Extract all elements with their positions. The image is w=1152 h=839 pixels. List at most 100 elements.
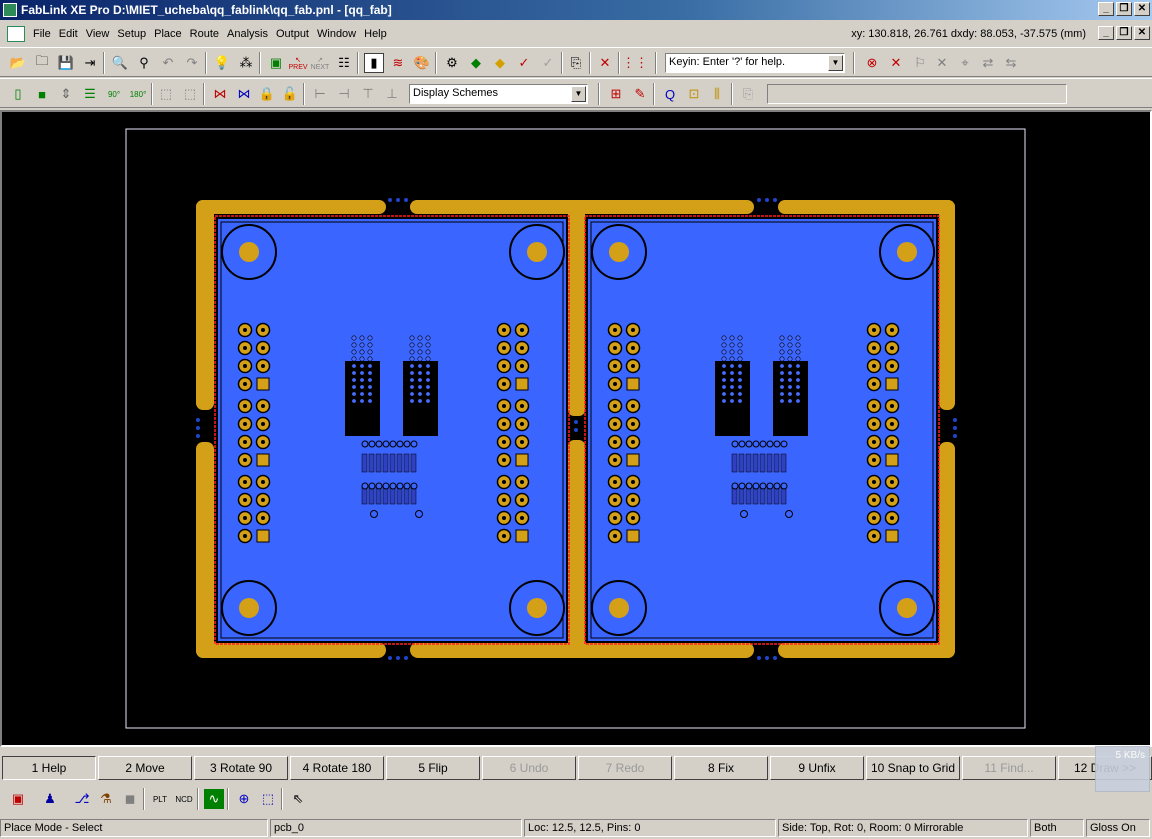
align-top-icon[interactable]: ⊤: [358, 84, 378, 104]
link-icon[interactable]: ⋈: [234, 84, 254, 104]
plot-icon[interactable]: PLT: [150, 789, 170, 809]
stack-icon[interactable]: ☰: [80, 84, 100, 104]
menu-setup[interactable]: Setup: [113, 28, 150, 40]
connect-icon[interactable]: ⋈: [210, 84, 230, 104]
redo-icon[interactable]: ↷: [182, 53, 202, 73]
properties-icon[interactable]: ☷: [334, 53, 354, 73]
report-icon[interactable]: ⎘: [566, 53, 586, 73]
highlight-net-icon[interactable]: ⊡: [684, 84, 704, 104]
align-right-icon[interactable]: ⊣: [334, 84, 354, 104]
swap-icon[interactable]: ⇄: [978, 53, 998, 73]
zoom-window-icon[interactable]: ⊕: [234, 789, 254, 809]
fkey-find[interactable]: 11 Find...: [962, 756, 1056, 780]
minimize-button[interactable]: _: [1098, 2, 1114, 16]
select-pointer-icon[interactable]: ⇖: [288, 789, 308, 809]
nc-drill-icon[interactable]: NCD: [174, 789, 194, 809]
menu-route[interactable]: Route: [186, 28, 223, 40]
fkey-snap-to-grid[interactable]: 10 Snap to Grid: [866, 756, 960, 780]
board-select-icon[interactable]: ■: [32, 84, 52, 104]
fkey-unfix[interactable]: 9 Unfix: [770, 756, 864, 780]
fkey-rotate-180[interactable]: 4 Rotate 180: [290, 756, 384, 780]
pcb-board-right[interactable]: [584, 215, 940, 645]
prev-button[interactable]: ↖ PREV: [288, 53, 308, 73]
undo-icon[interactable]: ↶: [158, 53, 178, 73]
pin-icon[interactable]: ⊞: [606, 84, 626, 104]
delete-icon[interactable]: ✕: [595, 53, 615, 73]
cube-icon[interactable]: ◼: [120, 789, 140, 809]
menu-output[interactable]: Output: [272, 28, 313, 40]
menu-view[interactable]: View: [82, 28, 114, 40]
layer-icon[interactable]: ▮: [364, 53, 384, 73]
wave-icon[interactable]: ∿: [204, 789, 224, 809]
menu-place[interactable]: Place: [150, 28, 186, 40]
align-left-icon[interactable]: ⊢: [310, 84, 330, 104]
fkey-redo[interactable]: 7 Redo: [578, 756, 672, 780]
keyin-combo[interactable]: Keyin: Enter '?' for help. ▼: [665, 53, 845, 73]
route-tool-icon[interactable]: ⎇: [72, 789, 92, 809]
split-icon[interactable]: ✕: [932, 53, 952, 73]
drc-icon[interactable]: ◆: [466, 53, 486, 73]
component-icon[interactable]: ▯: [8, 84, 28, 104]
open-folder-icon[interactable]: 📂: [8, 53, 28, 73]
fkey-move[interactable]: 2 Move: [98, 756, 192, 780]
highlight-icon[interactable]: 💡: [212, 53, 232, 73]
flag-icon[interactable]: ⚐: [910, 53, 930, 73]
save-icon[interactable]: 💾: [56, 53, 76, 73]
menu-edit[interactable]: Edit: [55, 28, 82, 40]
color-icon[interactable]: 🎨: [412, 53, 432, 73]
panel-icon[interactable]: ▣: [8, 789, 28, 809]
board-icon[interactable]: ▣: [266, 53, 286, 73]
doc-restore-button[interactable]: ❐: [1116, 26, 1132, 40]
query-icon[interactable]: Q: [660, 84, 680, 104]
fkey-help[interactable]: 1 Help: [2, 756, 96, 780]
menu-file[interactable]: File: [29, 28, 55, 40]
next-button[interactable]: ↗ NEXT: [310, 53, 330, 73]
net-icon[interactable]: ⁂: [236, 53, 256, 73]
select-window-icon[interactable]: ⬚: [258, 789, 278, 809]
menu-help[interactable]: Help: [360, 28, 391, 40]
unroute-icon[interactable]: ⊗: [862, 53, 882, 73]
exit-icon[interactable]: ⇥: [80, 53, 100, 73]
fkey-undo[interactable]: 6 Undo: [482, 756, 576, 780]
align-icon[interactable]: ⇆: [1001, 53, 1021, 73]
zoom-icon[interactable]: 🔍: [110, 53, 130, 73]
find-icon[interactable]: ⚲: [134, 53, 154, 73]
ungroup-icon[interactable]: ⬚: [180, 84, 200, 104]
fkey-rotate-90[interactable]: 3 Rotate 90: [194, 756, 288, 780]
drc-off-icon[interactable]: ✓: [538, 53, 558, 73]
design-canvas[interactable]: [0, 110, 1152, 747]
display-schemes-combo[interactable]: Display Schemes ▼: [409, 84, 588, 104]
pins-icon[interactable]: ⫼: [707, 84, 727, 104]
close-button[interactable]: ✕: [1134, 2, 1150, 16]
new-folder-icon[interactable]: 🗀: [32, 53, 52, 73]
panel-drawing[interactable]: [2, 112, 1150, 745]
move-icon[interactable]: ⇕: [56, 84, 76, 104]
warning-icon[interactable]: ◆: [490, 53, 510, 73]
drc-check-icon[interactable]: ✓: [514, 53, 534, 73]
paint-icon[interactable]: ⚗: [96, 789, 116, 809]
unlock-icon[interactable]: 🔓: [280, 84, 300, 104]
fkey-flip[interactable]: 5 Flip: [386, 756, 480, 780]
menu-analysis[interactable]: Analysis: [223, 28, 272, 40]
route-icon[interactable]: ≋: [388, 53, 408, 73]
cancel-icon[interactable]: ✕: [886, 53, 906, 73]
grid-icon[interactable]: ⋮⋮: [622, 53, 648, 73]
align-bottom-icon[interactable]: ⊥: [382, 84, 402, 104]
chevron-down-icon[interactable]: ▼: [828, 55, 843, 71]
spec-icon[interactable]: ⎘: [738, 84, 758, 104]
doc-minimize-button[interactable]: _: [1098, 26, 1114, 40]
chevron-down-icon[interactable]: ▼: [571, 86, 586, 102]
fkey-fix[interactable]: 8 Fix: [674, 756, 768, 780]
rotate-90-icon[interactable]: 90°: [104, 84, 124, 104]
user-icon[interactable]: ♟: [40, 789, 60, 809]
document-icon[interactable]: [7, 26, 25, 42]
doc-close-button[interactable]: ✕: [1134, 26, 1150, 40]
maximize-button[interactable]: ❐: [1116, 2, 1132, 16]
setup-icon[interactable]: ⚙: [442, 53, 462, 73]
lock-icon[interactable]: 🔒: [257, 84, 277, 104]
pcb-board-left[interactable]: [214, 215, 570, 645]
menu-window[interactable]: Window: [313, 28, 360, 40]
rotate-180-icon[interactable]: 180°: [128, 84, 148, 104]
target-icon[interactable]: ⌖: [955, 53, 975, 73]
group-icon[interactable]: ⬚: [156, 84, 176, 104]
